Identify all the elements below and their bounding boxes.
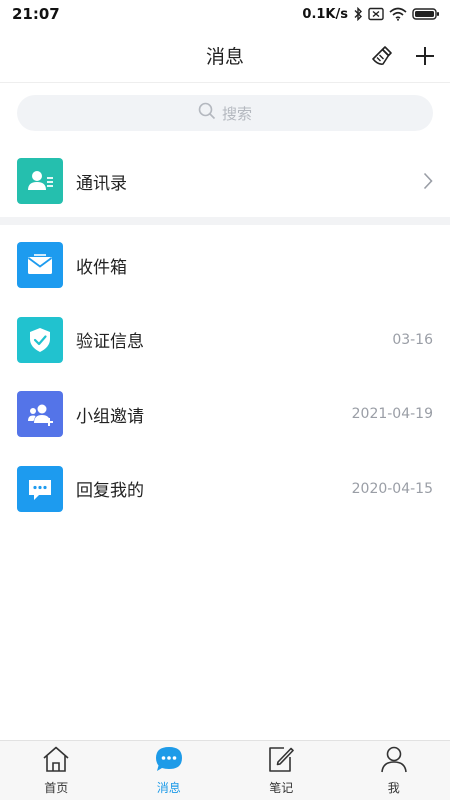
- status-bar: 21:07 0.1K/s: [0, 0, 450, 28]
- list-item-label: 回复我的: [76, 481, 144, 502]
- wifi-icon: [389, 7, 407, 21]
- status-time: 21:07: [12, 5, 60, 23]
- app-header: 消息: [0, 28, 450, 83]
- shield-check-icon: [17, 316, 63, 363]
- plus-icon[interactable]: [414, 45, 436, 67]
- list-item-inbox[interactable]: 收件箱: [0, 228, 450, 303]
- contacts-label: 通讯录: [76, 173, 127, 194]
- tab-label: 笔记: [269, 781, 294, 795]
- contact-card-icon: [17, 158, 63, 204]
- search-placeholder: 搜索: [221, 104, 252, 123]
- tab-label: 首页: [44, 781, 69, 795]
- bluetooth-icon: [353, 7, 363, 21]
- message-icon: [154, 745, 184, 777]
- envelope-icon: [17, 242, 63, 289]
- section-divider: [0, 217, 450, 225]
- chat-bubble-icon: [17, 465, 63, 512]
- tab-messages[interactable]: 消息: [113, 741, 226, 800]
- tab-label: 我: [387, 781, 400, 795]
- list-item-date: 03-16: [392, 331, 433, 348]
- tab-notes[interactable]: 笔记: [225, 741, 338, 800]
- message-list: 收件箱 验证信息 03-16 小组邀请 2021-04-19 回复我的 2020…: [0, 228, 450, 526]
- sim-off-icon: [368, 7, 384, 21]
- list-item-replies[interactable]: 回复我的 2020-04-15: [0, 452, 450, 527]
- list-item-date: 2021-04-19: [351, 406, 433, 423]
- contacts-row[interactable]: 通讯录: [0, 150, 450, 212]
- list-item-label: 验证信息: [76, 332, 144, 353]
- list-item-label: 小组邀请: [76, 406, 144, 427]
- battery-icon: [412, 7, 440, 21]
- bottom-tab-bar: 首页 消息 笔记 我: [0, 740, 450, 800]
- home-icon: [41, 745, 71, 777]
- network-speed: 0.1K/s: [302, 6, 348, 22]
- person-icon: [379, 745, 409, 777]
- header-actions: [370, 28, 436, 83]
- note-edit-icon: [266, 745, 296, 777]
- list-item-label: 收件箱: [76, 257, 127, 278]
- tab-home[interactable]: 首页: [0, 741, 113, 800]
- broom-icon[interactable]: [370, 44, 394, 68]
- list-item-group-invite[interactable]: 小组邀请 2021-04-19: [0, 377, 450, 452]
- status-indicators: 0.1K/s: [302, 7, 440, 22]
- list-item-date: 2020-04-15: [351, 480, 433, 497]
- page-title: 消息: [205, 45, 244, 68]
- tab-label: 消息: [156, 781, 181, 795]
- list-item-verification[interactable]: 验证信息 03-16: [0, 303, 450, 378]
- group-add-icon: [17, 391, 63, 438]
- search-bar[interactable]: 搜索: [17, 95, 433, 131]
- chevron-right-icon: [423, 172, 433, 194]
- search-icon: [198, 102, 216, 124]
- tab-me[interactable]: 我: [338, 741, 450, 800]
